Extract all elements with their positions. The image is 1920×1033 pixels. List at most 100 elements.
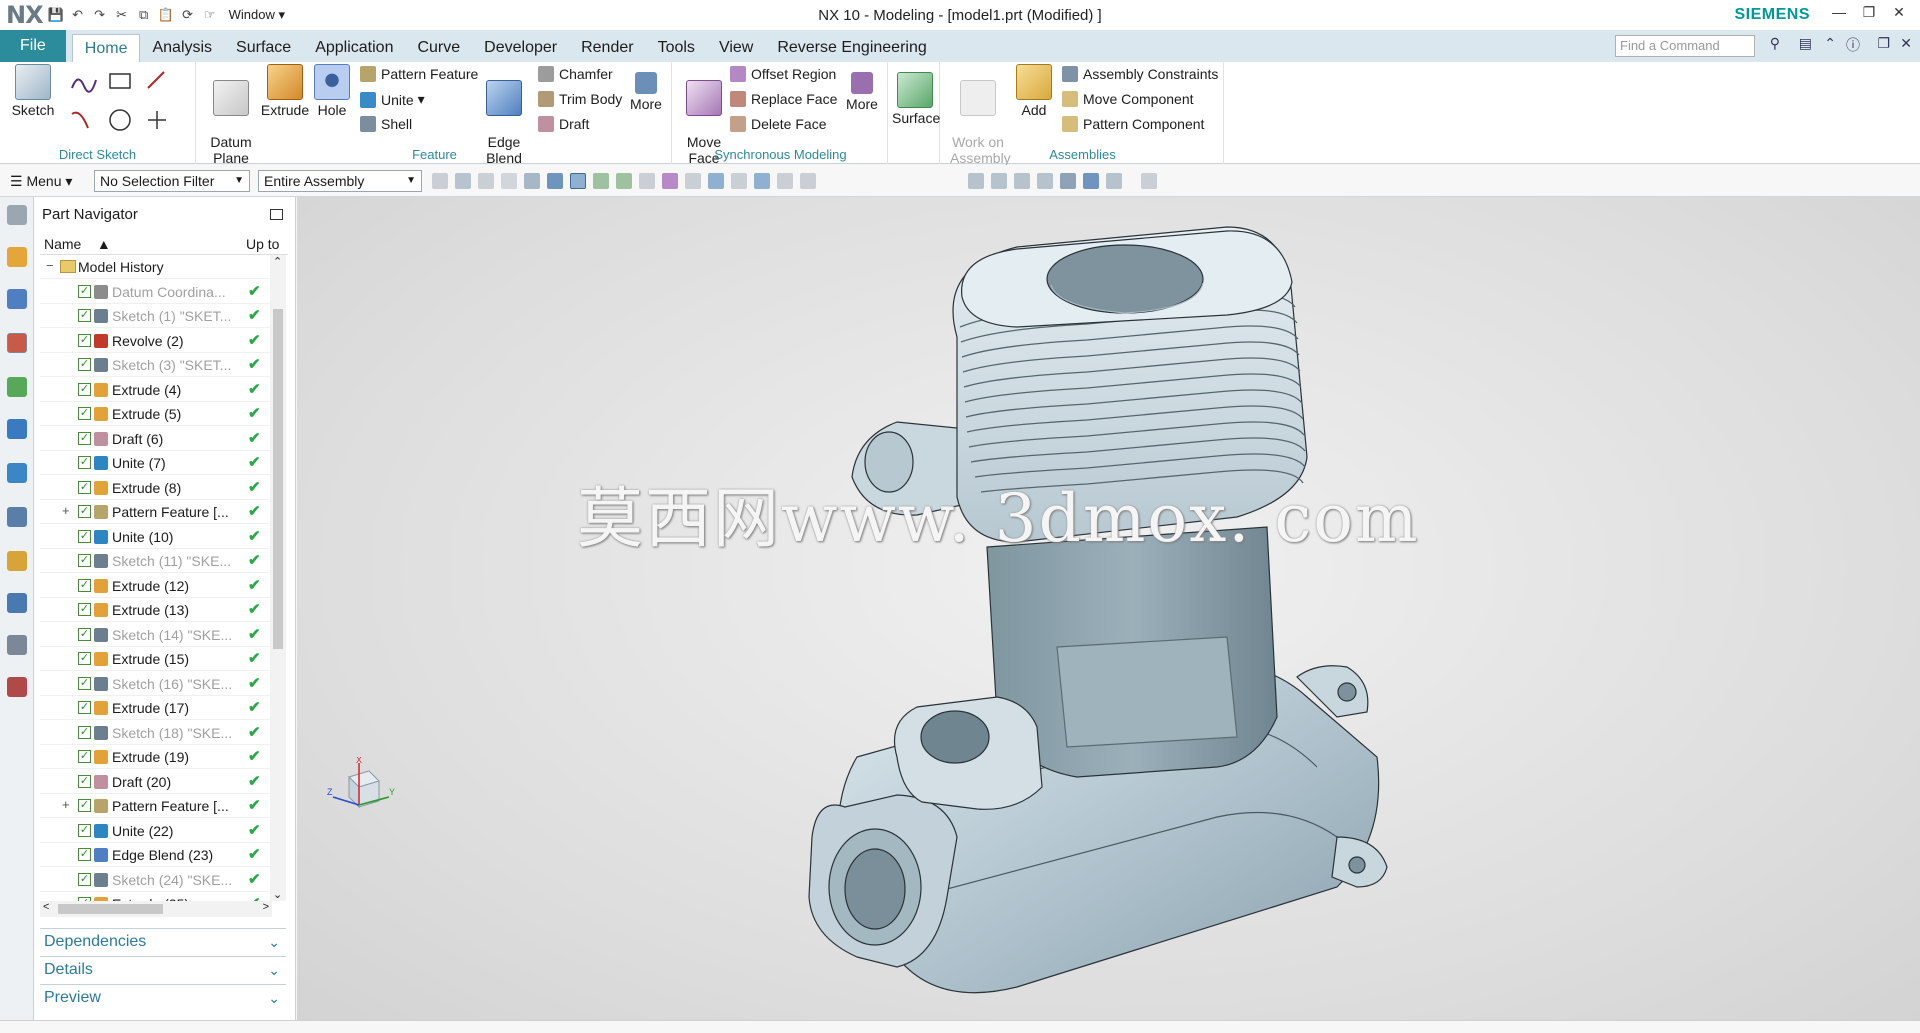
collapse-ribbon-icon[interactable]: ⌃	[1824, 35, 1836, 52]
visibility-checkbox[interactable]: ✓	[78, 431, 91, 445]
tab-tools[interactable]: Tools	[646, 34, 707, 62]
tree-item[interactable]: ✓ Extrude (4) ✔	[40, 378, 272, 402]
tree-item[interactable]: ✓ Extrude (12) ✔	[40, 574, 272, 598]
redo-icon[interactable]: ↷	[91, 6, 109, 24]
tree-item[interactable]: ✓ Unite (7) ✔	[40, 451, 272, 475]
visibility-checkbox[interactable]: ✓	[78, 823, 91, 837]
snap-active-icon[interactable]	[570, 173, 586, 189]
tree-item[interactable]: ✓ Sketch (3) "SKET... ✔	[40, 353, 272, 377]
minimize-button[interactable]: —	[1824, 4, 1854, 20]
arc-center-icon[interactable]	[685, 173, 701, 189]
collapse-icon[interactable]: −	[46, 258, 54, 273]
bounded-grid-icon[interactable]	[777, 173, 793, 189]
visibility-checkbox[interactable]: ✓	[78, 382, 91, 396]
tree-item[interactable]: ✓Extrude (25)✔	[40, 892, 272, 901]
visibility-checkbox[interactable]: ✓	[78, 578, 91, 592]
tab-home[interactable]: Home	[71, 34, 141, 62]
tab-curve[interactable]: Curve	[405, 34, 472, 62]
touch-mode-icon[interactable]: ☞	[201, 6, 219, 24]
tree-item[interactable]: ✓ Sketch (11) "SKE... ✔	[40, 549, 272, 573]
visibility-checkbox[interactable]: ✓	[78, 505, 91, 518]
history-icon[interactable]	[7, 507, 27, 527]
visibility-checkbox[interactable]: ✓	[78, 333, 91, 347]
tree-item[interactable]: ✓ Sketch (18) "SKE... ✔	[40, 721, 272, 745]
intersection-point-icon[interactable]	[662, 173, 678, 189]
pattern-component-button[interactable]: Pattern Component	[1062, 116, 1204, 132]
menu-button[interactable]: ☰ Menu ▾	[10, 173, 72, 190]
close-button[interactable]: ✕	[1884, 4, 1914, 21]
tree-item[interactable]: ✓ Extrude (5) ✔	[40, 402, 272, 426]
visibility-checkbox[interactable]: ✓	[78, 725, 91, 739]
web-browser-icon[interactable]	[7, 463, 27, 483]
tree-item[interactable]: ✓ Draft (6) ✔	[40, 427, 272, 451]
maximize-icon[interactable]	[270, 209, 283, 220]
panel-dependencies[interactable]: Dependencies ⌄	[40, 928, 286, 954]
tree-root-model-history[interactable]: − Model History	[40, 255, 272, 279]
tree-item[interactable]: ✓ Extrude (15) ✔	[40, 647, 272, 671]
visibility-checkbox[interactable]: ✓	[78, 407, 91, 420]
visibility-checkbox[interactable]: ✓	[78, 627, 91, 641]
reuse-library-icon[interactable]	[7, 377, 27, 397]
sketch-curve-tools[interactable]	[68, 68, 178, 138]
visibility-checkbox[interactable]: ✓	[78, 652, 91, 665]
search-icon[interactable]: ⚲	[1770, 35, 1780, 52]
shaded-face-icon[interactable]	[524, 173, 540, 189]
restore-button[interactable]: ❐	[1854, 4, 1884, 21]
tab-application[interactable]: Application	[303, 34, 405, 62]
tab-reverse-engineering[interactable]: Reverse Engineering	[765, 34, 938, 62]
visibility-checkbox[interactable]: ✓	[78, 456, 91, 469]
pattern-feature-button[interactable]: Pattern Feature	[360, 66, 478, 82]
visibility-checkbox[interactable]: ✓	[78, 529, 91, 543]
visibility-checkbox[interactable]: ✓	[78, 284, 91, 298]
tree-item[interactable]: ✓ Extrude (19) ✔	[40, 745, 272, 769]
trim-body-button[interactable]: Trim Body	[538, 91, 622, 107]
selection-filter-select[interactable]: No Selection Filter ▼	[94, 170, 250, 192]
manufacturing-wizards-icon[interactable]	[7, 635, 27, 655]
surface-button[interactable]: Surface	[892, 72, 940, 126]
tree-item[interactable]: ✓ Sketch (14) "SKE... ✔	[40, 623, 272, 647]
scroll-down-icon[interactable]: ⌄	[273, 888, 282, 901]
selection-scope-select[interactable]: Entire Assembly ▼	[258, 170, 422, 192]
column-header-name[interactable]: Name ▲	[44, 236, 111, 252]
panel-details[interactable]: Details ⌄	[40, 956, 286, 982]
visibility-checkbox[interactable]: ✓	[78, 848, 91, 861]
select-body-icon[interactable]	[478, 173, 494, 189]
tree-item[interactable]: ✓ Edge Blend (23) ✔	[40, 843, 272, 867]
end-point-icon[interactable]	[593, 173, 609, 189]
panel-preview[interactable]: Preview ⌄	[40, 984, 286, 1010]
sync-more-button[interactable]: More	[842, 64, 882, 112]
find-command-input[interactable]: Find a Command	[1615, 35, 1755, 57]
chamfer-button[interactable]: Chamfer	[538, 66, 613, 82]
assembly-navigator-icon[interactable]	[7, 247, 27, 267]
sketch-button[interactable]: Sketch	[8, 64, 58, 118]
visibility-checkbox[interactable]: ✓	[78, 872, 91, 886]
visibility-checkbox[interactable]: ✓	[78, 358, 91, 371]
filter-icon[interactable]	[432, 173, 448, 189]
repeat-command-icon[interactable]: ⟳	[179, 6, 197, 24]
box-select-icon[interactable]	[501, 173, 517, 189]
tree-item[interactable]: ✓ Unite (10) ✔	[40, 525, 272, 549]
expand-icon[interactable]: +	[62, 797, 70, 812]
tab-analysis[interactable]: Analysis	[140, 34, 224, 62]
vertical-scrollbar[interactable]: ⌃ ⌄	[270, 255, 286, 901]
visibility-checkbox[interactable]: ✓	[78, 799, 91, 812]
draft-button[interactable]: Draft	[538, 116, 589, 132]
engine-crankcase-model[interactable]	[297, 197, 1920, 1020]
cut-icon[interactable]: ✂	[113, 6, 131, 24]
add-component-button[interactable]: Add	[1016, 64, 1052, 118]
offset-region-button[interactable]: Offset Region	[730, 66, 836, 82]
visibility-checkbox[interactable]: ✓	[78, 701, 91, 714]
scroll-up-icon[interactable]: ⌃	[273, 255, 282, 268]
expand-icon[interactable]: +	[62, 503, 70, 518]
tree-item[interactable]: ✓ Datum Coordina... ✔	[40, 280, 272, 304]
restore-document-icon[interactable]: ❐	[1877, 35, 1890, 52]
tab-surface[interactable]: Surface	[224, 34, 303, 62]
show-hide-icon[interactable]	[1106, 173, 1122, 189]
tree-item[interactable]: ✓ Sketch (1) "SKET... ✔	[40, 304, 272, 328]
tab-view[interactable]: View	[707, 34, 765, 62]
point-on-curve-icon[interactable]	[731, 173, 747, 189]
select-feature-icon[interactable]	[455, 173, 471, 189]
resource-bar-settings-icon[interactable]	[7, 205, 27, 225]
toolbar-options-icon[interactable]	[1141, 173, 1157, 189]
undo-icon[interactable]: ↶	[69, 6, 87, 24]
